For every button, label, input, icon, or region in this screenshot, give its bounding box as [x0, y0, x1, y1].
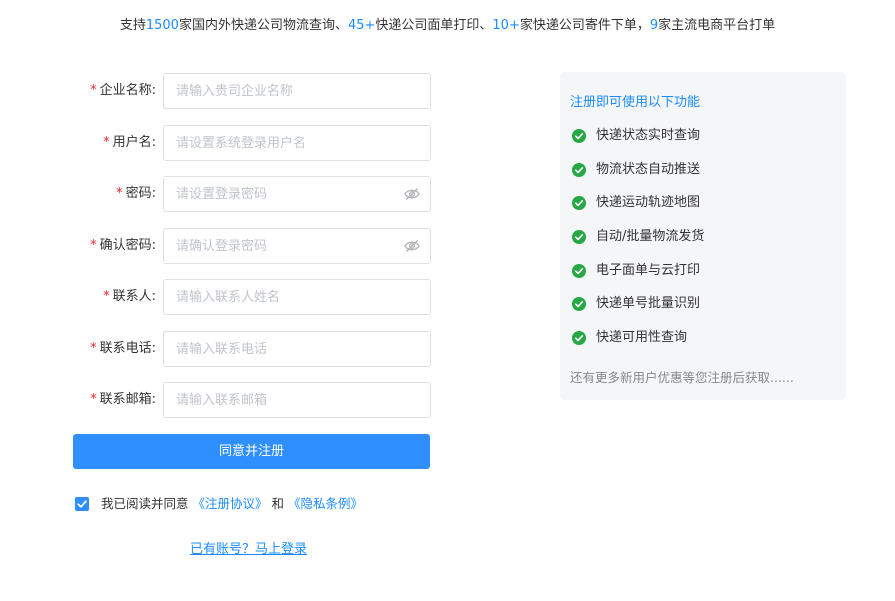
- check-circle-icon: [572, 331, 586, 345]
- eye-off-icon[interactable]: [404, 187, 420, 201]
- confirm-password-row: * 确认密码:: [0, 228, 432, 264]
- feature-label: 快递单号批量识别: [596, 296, 701, 311]
- email-input[interactable]: [164, 383, 396, 417]
- contact-field[interactable]: [163, 279, 431, 315]
- feature-label: 快递状态实时查询: [596, 128, 701, 143]
- tagline-text: 快递公司面单打印、: [375, 18, 493, 33]
- company-label: * 企业名称:: [90, 73, 156, 109]
- company-input[interactable]: [164, 74, 396, 108]
- panel-title: 注册即可使用以下功能: [570, 95, 701, 110]
- feature-label: 电子面单与云打印: [596, 263, 701, 278]
- terms-link[interactable]: 《注册协议》: [193, 496, 268, 511]
- required-mark: *: [116, 186, 123, 201]
- password-label-text: 密码:: [125, 186, 156, 201]
- register-button[interactable]: 同意并注册: [73, 434, 430, 469]
- eye-off-icon[interactable]: [404, 239, 420, 253]
- check-circle-icon: [572, 163, 586, 177]
- username-input[interactable]: [164, 126, 396, 160]
- phone-row: * 联系电话:: [0, 331, 432, 367]
- email-row: * 联系邮箱:: [0, 382, 432, 418]
- email-field[interactable]: [163, 382, 431, 418]
- check-circle-icon: [572, 196, 586, 210]
- email-label-text: 联系邮箱:: [99, 392, 156, 407]
- required-mark: *: [90, 238, 97, 253]
- agreement-and: 和: [271, 496, 285, 511]
- required-mark: *: [90, 392, 97, 407]
- check-circle-icon: [572, 297, 586, 311]
- service-tagline: 支持1500家国内外快递公司物流查询、45+快递公司面单打印、10+家快递公司寄…: [0, 14, 895, 33]
- contact-input[interactable]: [164, 280, 396, 314]
- username-label-text: 用户名:: [112, 135, 156, 150]
- check-circle-icon: [572, 230, 586, 244]
- tagline-text: 支持: [119, 18, 146, 33]
- privacy-link[interactable]: 《隐私条例》: [288, 496, 363, 511]
- feature-label: 快递可用性查询: [596, 330, 688, 345]
- required-mark: *: [103, 135, 110, 150]
- agreement-text: 我已阅读并同意 《注册协议》 和 《隐私条例》: [101, 495, 363, 513]
- company-row: * 企业名称:: [0, 73, 432, 109]
- password-field[interactable]: [163, 176, 431, 212]
- features-panel: 注册即可使用以下功能 快递状态实时查询 物流状态自动推送 快递运动轨迹地图 自动…: [560, 72, 846, 400]
- confirm-password-label: * 确认密码:: [90, 228, 156, 264]
- confirm-password-field[interactable]: [163, 228, 431, 264]
- agreement-prefix: 我已阅读并同意: [101, 496, 189, 511]
- password-label: * 密码:: [116, 176, 156, 212]
- username-field[interactable]: [163, 125, 431, 161]
- phone-label-text: 联系电话:: [99, 341, 156, 356]
- password-input[interactable]: [164, 177, 396, 211]
- phone-input[interactable]: [164, 332, 396, 366]
- login-link[interactable]: 已有账号？马上登录: [190, 538, 307, 557]
- phone-label: * 联系电话:: [90, 331, 156, 367]
- tagline-count-printing: 45+: [347, 18, 376, 33]
- feature-label: 自动/批量物流发货: [596, 229, 705, 244]
- username-row: * 用户名:: [0, 125, 432, 161]
- confirm-password-input[interactable]: [164, 229, 396, 263]
- feature-label: 物流状态自动推送: [596, 162, 701, 177]
- agreement-checkbox[interactable]: [75, 497, 89, 511]
- password-row: * 密码:: [0, 176, 432, 212]
- required-mark: *: [103, 289, 110, 304]
- confirm-password-label-text: 确认密码:: [99, 238, 156, 253]
- contact-row: * 联系人:: [0, 279, 432, 315]
- check-circle-icon: [572, 129, 586, 143]
- tagline-text: 家国内外快递公司物流查询、: [178, 18, 348, 33]
- tagline-count-platforms: 9: [649, 18, 659, 33]
- tagline-text: 家主流电商平台打单: [658, 18, 776, 33]
- tagline-text: 家快递公司寄件下单，: [519, 18, 650, 33]
- company-field[interactable]: [163, 73, 431, 109]
- phone-field[interactable]: [163, 331, 431, 367]
- contact-label-text: 联系人:: [112, 289, 156, 304]
- required-mark: *: [90, 341, 97, 356]
- required-mark: *: [90, 83, 97, 98]
- panel-footer: 还有更多新用户优惠等您注册后获取......: [570, 370, 794, 385]
- company-label-text: 企业名称:: [99, 83, 156, 98]
- username-label: * 用户名:: [103, 125, 156, 161]
- tagline-count-shipping: 10+: [492, 18, 520, 33]
- email-label: * 联系邮箱:: [90, 382, 156, 418]
- check-circle-icon: [572, 264, 586, 278]
- contact-label: * 联系人:: [103, 279, 156, 315]
- tagline-count-tracking: 1500: [145, 18, 179, 33]
- feature-label: 快递运动轨迹地图: [596, 195, 701, 210]
